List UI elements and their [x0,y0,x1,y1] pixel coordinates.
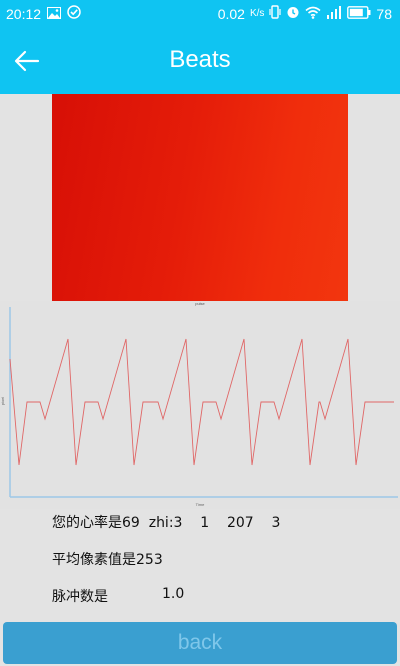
status-time: 20:12 [6,5,42,22]
avg-pixel-text: 平均像素值是253 [52,552,163,568]
check-circle-icon [67,5,81,22]
app-bar: Beats [0,26,400,94]
network-speed: 0.02 [217,5,245,22]
pulse-count-value: 1.0 [162,586,185,602]
wifi-icon [305,6,321,22]
battery-level: 78 [376,5,392,22]
heart-rate-text: 您的心率是69 zhi:3 1 207 3 [52,515,281,531]
pulse-chart-svg: pulse pixel Time [0,301,398,507]
pulse-count-label: 脉冲数是 [52,589,108,605]
chart-title: pulse [195,301,205,306]
page-title: Beats [169,46,231,73]
image-icon [47,6,62,22]
status-bar: 20:12 0.02 K/s 78 [0,0,400,26]
pulse-chart: pulse pixel Time [0,301,400,509]
y-axis-label: pixel [0,397,5,405]
vibrate-icon [269,5,282,22]
pulse-series-line [9,338,394,466]
alarm-icon [286,5,300,22]
x-axis-label: Time [196,502,206,507]
back-button[interactable]: back [3,622,397,664]
camera-preview [52,94,348,301]
network-speed-unit: K/s [249,8,265,19]
battery-icon [347,5,371,22]
signal-icon [326,5,342,22]
